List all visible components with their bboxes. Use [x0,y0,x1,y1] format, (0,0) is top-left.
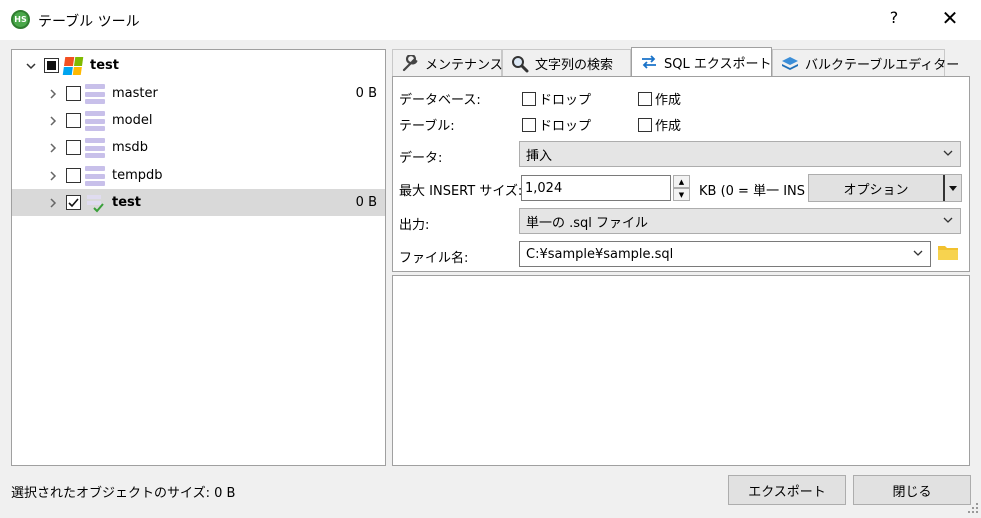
tree-item-model[interactable]: model [12,107,385,134]
select-value: 単一の .sql ファイル [526,215,649,231]
tab-label: バルクテーブルエディター [805,58,960,73]
tree-item-test[interactable]: test 0 B [12,189,385,216]
spin-down-arrow-icon[interactable]: ▼ [673,188,690,201]
filename-label: ファイル名: [399,251,469,266]
chevron-right-icon[interactable] [47,88,59,100]
tree-item-size: 0 B [355,195,377,210]
database-icon [85,84,105,104]
data-label: データ: [399,151,443,166]
tree-item-msdb[interactable]: msdb [12,134,385,161]
tree-item-label: msdb [112,140,148,155]
max-insert-stepper[interactable]: ▲ ▼ [673,175,690,201]
selected-size-status: 選択されたオブジェクトのサイズ: 0 B [11,486,236,501]
tree-item-size: 0 B [355,86,377,101]
database-icon [85,111,105,131]
select-value: 挿入 [526,148,553,164]
table-create-checkbox[interactable]: 作成 [638,115,681,134]
tree-item-checkbox[interactable] [66,140,81,155]
output-label: 出力: [399,218,430,233]
app-logo-icon: HS [11,10,30,29]
close-button[interactable]: 閉じる [853,475,971,505]
object-tree[interactable]: test master 0 B model msdb tempdb test 0… [11,49,386,466]
output-log-panel[interactable] [392,275,970,466]
checkbox-label: ドロップ [539,93,592,108]
table-label: テーブル: [399,119,455,134]
database-drop-checkbox[interactable]: ドロップ [522,89,591,108]
tree-item-label: model [112,113,153,128]
dropdown-arrow-icon[interactable] [943,175,961,201]
database-label: データベース: [399,93,481,108]
help-button[interactable]: ? [884,8,904,27]
chevron-down-icon [942,147,954,162]
window-title: テーブル ツール [38,14,140,30]
chevron-down-icon[interactable] [912,247,924,262]
resize-grip-icon[interactable] [967,502,979,514]
tree-item-label: tempdb [112,168,163,183]
checkbox-box[interactable] [638,117,652,132]
export-button[interactable]: エクスポート [728,475,846,505]
title-bar: HS テーブル ツール ? ✕ [0,0,981,40]
wrench-icon [401,54,419,73]
checkbox-box[interactable] [522,91,536,106]
tree-item-label: master [112,86,158,101]
tree-item-tempdb[interactable]: tempdb [12,162,385,189]
max-insert-input[interactable]: 1,024 [521,175,671,201]
browse-folder-button[interactable] [935,241,961,267]
database-icon [85,166,105,186]
table-drop-checkbox[interactable]: ドロップ [522,115,591,134]
filename-combobox[interactable]: C:¥sample¥sample.sql [519,241,931,267]
filename-value: C:¥sample¥sample.sql [526,246,674,262]
tab-label: メンテナンス [425,58,503,73]
root-checkbox[interactable] [44,58,59,73]
tree-root-label: test [90,58,119,73]
options-button-label: オプション [843,182,909,198]
close-window-button[interactable]: ✕ [937,6,963,30]
options-split-button[interactable]: オプション [808,174,962,202]
sql-export-panel: データベース: ドロップ 作成 テーブル: ドロップ 作成 データ: 挿入 最大… [392,76,970,272]
server-icon [62,57,84,75]
tree-item-checkbox[interactable] [66,86,81,101]
tab-maintenance[interactable]: メンテナンス [392,49,503,77]
tab-string-search[interactable]: 文字列の検索 [502,49,631,77]
kb-hint-text: KB (0 = 単一 INS [699,184,806,199]
checkbox-label: 作成 [655,119,682,134]
chevron-down-icon[interactable] [25,60,37,72]
data-mode-select[interactable]: 挿入 [519,141,961,167]
checkbox-box[interactable] [638,91,652,106]
export-arrows-icon [640,53,658,71]
tree-root-row[interactable]: test [12,52,385,79]
tab-bulk-table-editor[interactable]: バルクテーブルエディター [772,49,959,77]
chevron-down-icon [942,214,954,229]
tree-item-checkbox-checked[interactable] [66,195,81,210]
tree-item-checkbox[interactable] [66,113,81,128]
input-value: 1,024 [525,180,563,196]
spin-up-arrow-icon[interactable]: ▲ [673,175,690,188]
checkbox-label: ドロップ [539,119,592,134]
database-create-checkbox[interactable]: 作成 [638,89,681,108]
database-connected-icon [85,193,105,213]
chevron-right-icon[interactable] [47,142,59,154]
tree-item-checkbox[interactable] [66,168,81,183]
tab-label: SQL エクスポート [664,56,772,72]
chevron-right-icon[interactable] [47,197,59,209]
magnifier-icon [511,55,529,73]
tree-item-label: test [112,195,141,210]
database-icon [85,138,105,158]
chevron-right-icon[interactable] [47,115,59,127]
layers-icon [781,55,799,73]
tree-item-master[interactable]: master 0 B [12,80,385,107]
checkbox-label: 作成 [655,93,682,108]
tab-label: 文字列の検索 [535,58,614,73]
chevron-right-icon[interactable] [47,170,59,182]
folder-icon [937,243,959,265]
checkbox-box[interactable] [522,117,536,132]
output-select[interactable]: 単一の .sql ファイル [519,208,961,234]
max-insert-label: 最大 INSERT サイズ: [399,184,523,199]
tab-sql-export[interactable]: SQL エクスポート [631,47,772,76]
